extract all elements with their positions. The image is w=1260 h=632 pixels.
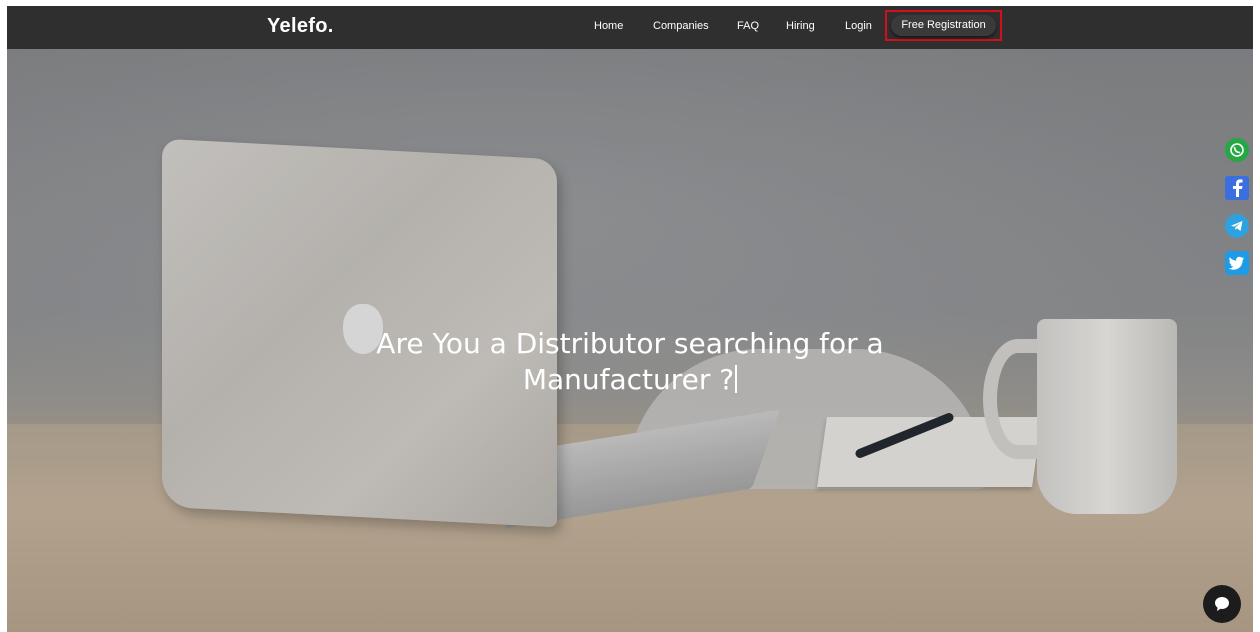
nav-faq-link[interactable]: FAQ <box>737 20 759 32</box>
chat-bubble-icon[interactable] <box>1203 585 1241 623</box>
typing-cursor <box>735 365 738 393</box>
hero-headline-line2: Manufacturer ? <box>522 363 735 396</box>
nav-hiring-link[interactable]: Hiring <box>786 20 815 32</box>
nav-companies-link[interactable]: Companies <box>653 20 709 32</box>
hero-headline-line2-wrap: Manufacturer ? <box>7 362 1253 398</box>
free-registration-button[interactable]: Free Registration <box>891 15 996 36</box>
telegram-icon[interactable] <box>1225 214 1249 238</box>
twitter-icon[interactable] <box>1225 251 1249 275</box>
nav-login-link[interactable]: Login <box>845 20 872 32</box>
hero-headline: Are You a Distributor searching for a Ma… <box>7 326 1253 398</box>
brand-logo[interactable]: Yelefo. <box>267 15 334 38</box>
page: Yelefo. Home Companies FAQ Hiring Login … <box>7 6 1253 632</box>
top-navbar: Yelefo. Home Companies FAQ Hiring Login … <box>7 6 1253 49</box>
free-registration-highlight: Free Registration <box>885 10 1002 41</box>
nav-home-link[interactable]: Home <box>594 20 623 32</box>
facebook-icon[interactable] <box>1225 176 1249 200</box>
whatsapp-icon[interactable] <box>1225 138 1249 162</box>
hero-headline-line1: Are You a Distributor searching for a <box>376 327 884 360</box>
hero-section: Are You a Distributor searching for a Ma… <box>7 49 1253 632</box>
